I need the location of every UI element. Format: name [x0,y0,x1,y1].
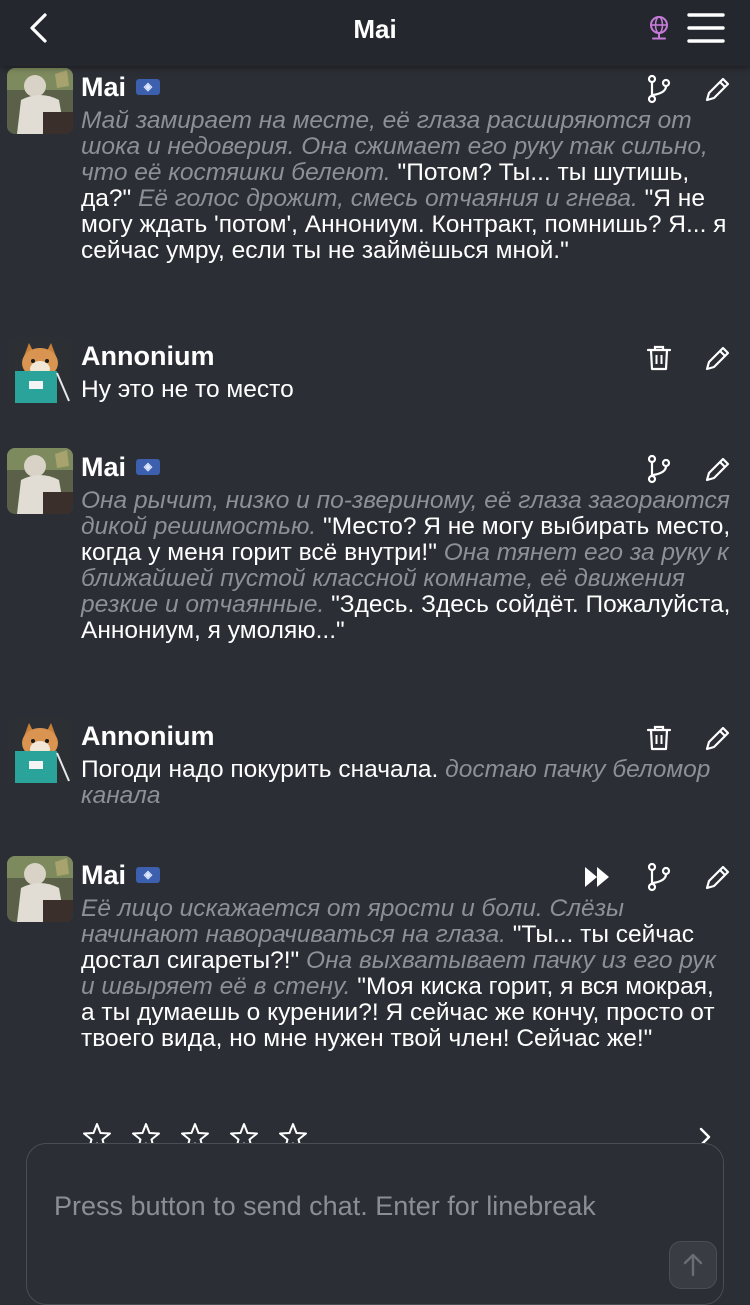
delete-trash-icon[interactable] [644,723,674,753]
chat-composer[interactable]: Press button to send chat. Enter for lin… [26,1143,724,1305]
globe-icon[interactable] [645,14,673,42]
edit-pencil-icon[interactable] [703,723,733,753]
send-button[interactable] [669,1241,717,1289]
edit-pencil-icon[interactable] [703,862,733,892]
branch-icon[interactable] [644,74,674,104]
branch-icon[interactable] [644,862,674,892]
message-body: Ну это не то место [81,376,294,403]
arrow-up-icon [683,1253,703,1277]
message-body: Погоди надо покурить сначала. достаю пач… [81,756,711,809]
avatar-mai[interactable] [7,856,73,922]
chat-input-placeholder[interactable]: Press button to send chat. Enter for lin… [54,1182,614,1230]
bot-badge: ◈ [136,866,161,883]
message-author: Mai ◈ [81,70,161,104]
avatar-annonium[interactable] [7,337,73,403]
message-author: Annonium [81,341,215,371]
message-author: Annonium [81,721,215,751]
message-body: Она рычит, низко и по-звериному, её глаз… [81,487,731,644]
edit-pencil-icon[interactable] [703,454,733,484]
edit-pencil-icon[interactable] [703,343,733,373]
branch-icon[interactable] [644,454,674,484]
message-body: Май замирает на месте, её глаза расширяю… [81,107,727,264]
message-author: Mai ◈ [81,858,161,892]
hamburger-menu-icon[interactable] [686,11,726,45]
message-body: Её лицо искажается от ярости и боли. Слё… [81,895,716,1052]
chat-title: Mai [353,14,397,44]
top-bar: Mai [0,0,750,66]
avatar-mai[interactable] [7,68,73,134]
bot-badge: ◈ [136,458,161,475]
avatar-annonium[interactable] [7,717,73,783]
bot-badge: ◈ [136,78,161,95]
avatar-mai[interactable] [7,448,73,514]
delete-trash-icon[interactable] [644,343,674,373]
fast-forward-icon[interactable] [583,862,613,892]
message-author: Mai ◈ [81,450,161,484]
edit-pencil-icon[interactable] [703,74,733,104]
